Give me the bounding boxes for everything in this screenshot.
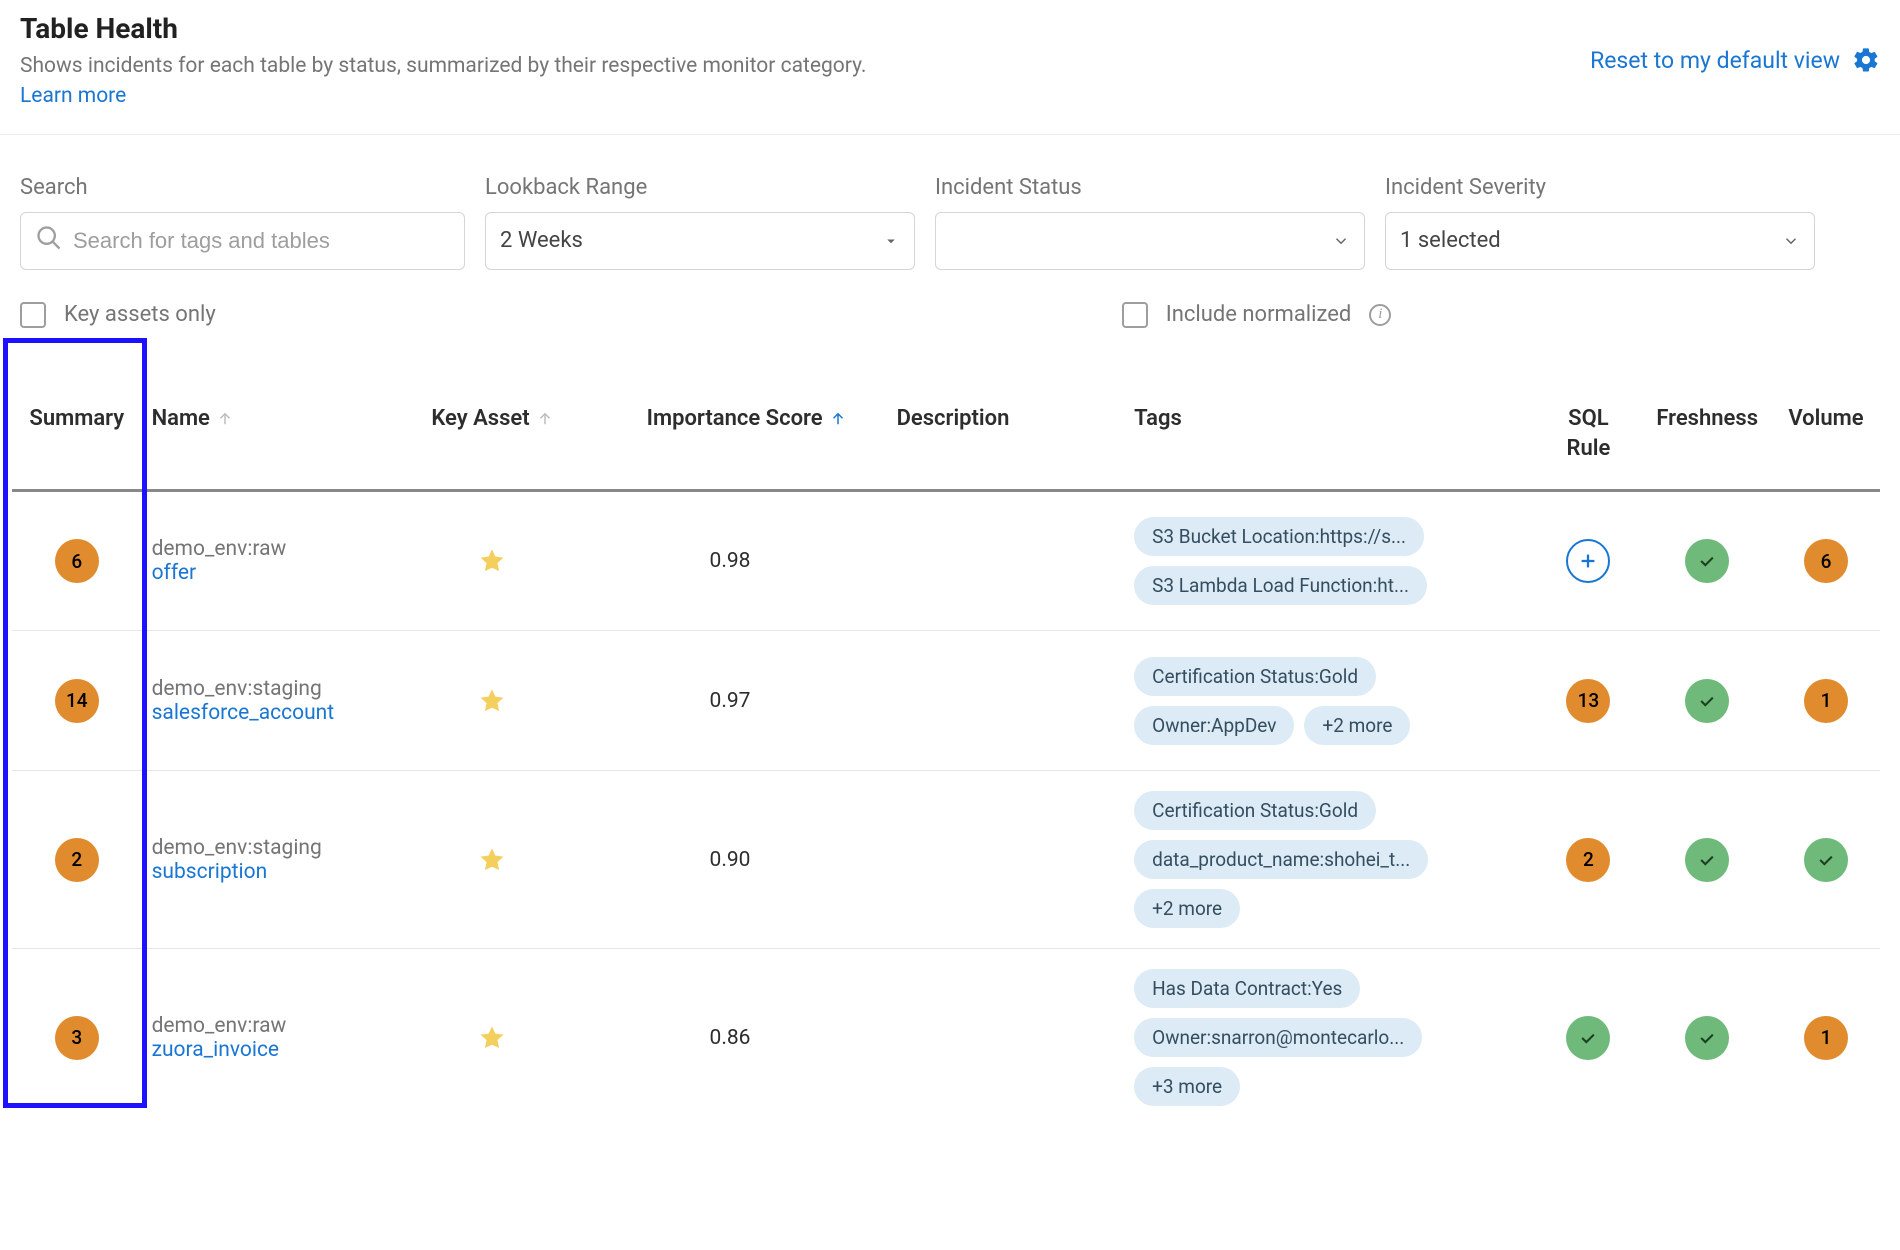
star-icon[interactable] <box>422 1024 564 1052</box>
incident-status-label: Incident Status <box>935 175 1365 200</box>
reset-default-view-link[interactable]: Reset to my default view <box>1590 47 1840 74</box>
table-row: 14 demo_env:staging salesforce_account 0… <box>12 631 1880 771</box>
include-normalized-label: Include normalized <box>1166 302 1352 327</box>
summary-badge[interactable]: 14 <box>55 679 99 723</box>
lookback-label: Lookback Range <box>485 175 915 200</box>
summary-badge[interactable]: 2 <box>55 838 99 882</box>
col-freshness[interactable]: Freshness <box>1642 398 1772 491</box>
tag-pill[interactable]: Certification Status:Gold <box>1134 657 1376 696</box>
status-count-badge[interactable]: 6 <box>1804 539 1848 583</box>
tag-pill[interactable]: S3 Bucket Location:https://s... <box>1134 517 1424 556</box>
status-ok-badge[interactable] <box>1804 838 1848 882</box>
info-icon[interactable]: i <box>1369 304 1391 326</box>
table-health-table: Summary Name Key Asset Importance Score … <box>12 398 1880 1126</box>
summary-badge[interactable]: 3 <box>55 1016 99 1060</box>
lookback-value: 2 Weeks <box>500 228 583 253</box>
importance-score: 0.86 <box>573 949 886 1127</box>
tags-cell: Certification Status:Gold data_product_na… <box>1134 791 1524 928</box>
learn-more-link[interactable]: Learn more <box>20 84 126 108</box>
tag-pill[interactable]: Has Data Contract:Yes <box>1134 969 1360 1008</box>
search-input[interactable] <box>73 228 450 254</box>
incident-status-select[interactable] <box>935 212 1365 270</box>
table-row: 6 demo_env:raw offer 0.98 S3 Bucket Loca… <box>12 491 1880 631</box>
tag-pill[interactable]: +3 more <box>1134 1067 1240 1106</box>
star-icon[interactable] <box>422 687 564 715</box>
tags-cell: Certification Status:Gold Owner:AppDev +2 … <box>1134 657 1524 745</box>
key-assets-only-checkbox[interactable] <box>20 302 46 328</box>
tag-pill[interactable]: +2 more <box>1304 706 1410 745</box>
caret-down-icon <box>882 232 900 250</box>
env-label: demo_env:raw <box>152 1014 402 1038</box>
env-label: demo_env:raw <box>152 537 402 561</box>
lookback-select[interactable]: 2 Weeks <box>485 212 915 270</box>
status-count-badge[interactable]: 13 <box>1566 679 1610 723</box>
table-name-link[interactable]: subscription <box>152 860 268 884</box>
tag-pill[interactable]: Owner:AppDev <box>1134 706 1294 745</box>
table-row: 2 demo_env:staging subscription 0.90 Cer… <box>12 771 1880 949</box>
star-icon[interactable] <box>422 846 564 874</box>
tags-cell: S3 Bucket Location:https://s... S3 Lambda… <box>1134 517 1524 605</box>
search-icon <box>35 224 63 258</box>
incident-severity-select[interactable]: 1 selected <box>1385 212 1815 270</box>
status-ok-badge[interactable] <box>1685 1016 1729 1060</box>
importance-score: 0.90 <box>573 771 886 949</box>
status-ok-badge[interactable] <box>1566 1016 1610 1060</box>
tags-cell: Has Data Contract:Yes Owner:snarron@monte… <box>1134 969 1524 1106</box>
page-header: Table Health Shows incidents for each ta… <box>0 0 1900 135</box>
subtitle-text: Shows incidents for each table by status… <box>20 54 866 78</box>
tag-pill[interactable]: +2 more <box>1134 889 1240 928</box>
gear-icon[interactable] <box>1852 46 1880 74</box>
page-subtitle: Shows incidents for each table by status… <box>20 51 920 112</box>
filter-bar: Search Lookback Range 2 Weeks Incident S… <box>0 135 1900 280</box>
col-tags[interactable]: Tags <box>1124 398 1534 491</box>
col-key-asset[interactable]: Key Asset <box>412 398 574 491</box>
env-label: demo_env:staging <box>152 677 402 701</box>
importance-score: 0.98 <box>573 491 886 631</box>
sort-arrow-up-icon <box>216 410 234 428</box>
star-icon[interactable] <box>422 547 564 575</box>
incident-severity-value: 1 selected <box>1400 228 1501 253</box>
col-description[interactable]: Description <box>887 398 1125 491</box>
table-name-link[interactable]: offer <box>152 561 197 585</box>
table-name-link[interactable]: zuora_invoice <box>152 1038 280 1062</box>
status-ok-badge[interactable] <box>1685 838 1729 882</box>
tag-pill[interactable]: S3 Lambda Load Function:ht... <box>1134 566 1427 605</box>
search-label: Search <box>20 175 465 200</box>
description-cell <box>887 949 1125 1127</box>
table-container: Summary Name Key Asset Importance Score … <box>0 338 1900 1126</box>
env-label: demo_env:staging <box>152 836 402 860</box>
incident-severity-label: Incident Severity <box>1385 175 1815 200</box>
tag-pill[interactable]: Certification Status:Gold <box>1134 791 1376 830</box>
status-count-badge[interactable]: 2 <box>1566 838 1610 882</box>
col-name[interactable]: Name <box>142 398 412 491</box>
sort-arrow-up-icon <box>829 410 847 428</box>
status-count-badge[interactable]: 1 <box>1804 679 1848 723</box>
page-title: Table Health <box>20 12 920 45</box>
include-normalized-checkbox[interactable] <box>1122 302 1148 328</box>
chevron-down-icon <box>1332 232 1350 250</box>
col-importance-score[interactable]: Importance Score <box>573 398 886 491</box>
description-cell <box>887 491 1125 631</box>
summary-badge[interactable]: 6 <box>55 539 99 583</box>
status-count-badge[interactable]: 1 <box>1804 1016 1848 1060</box>
col-summary[interactable]: Summary <box>12 398 142 491</box>
status-ok-badge[interactable] <box>1685 679 1729 723</box>
status-ok-badge[interactable] <box>1685 539 1729 583</box>
tag-pill[interactable]: Owner:snarron@montecarlo... <box>1134 1018 1422 1057</box>
key-assets-only-label: Key assets only <box>64 302 216 327</box>
importance-score: 0.97 <box>573 631 886 771</box>
checkbox-row: Key assets only Include normalized i <box>0 280 1900 338</box>
description-cell <box>887 771 1125 949</box>
chevron-down-icon <box>1782 232 1800 250</box>
description-cell <box>887 631 1125 771</box>
table-name-link[interactable]: salesforce_account <box>152 701 335 725</box>
table-row: 3 demo_env:raw zuora_invoice 0.86 Has Da… <box>12 949 1880 1127</box>
search-input-wrap[interactable] <box>20 212 465 270</box>
col-volume[interactable]: Volume <box>1772 398 1880 491</box>
col-sql-rule[interactable]: SQL Rule <box>1534 398 1642 491</box>
tag-pill[interactable]: data_product_name:shohei_t... <box>1134 840 1428 879</box>
add-rule-icon[interactable] <box>1566 539 1610 583</box>
sort-arrow-up-icon <box>536 410 554 428</box>
